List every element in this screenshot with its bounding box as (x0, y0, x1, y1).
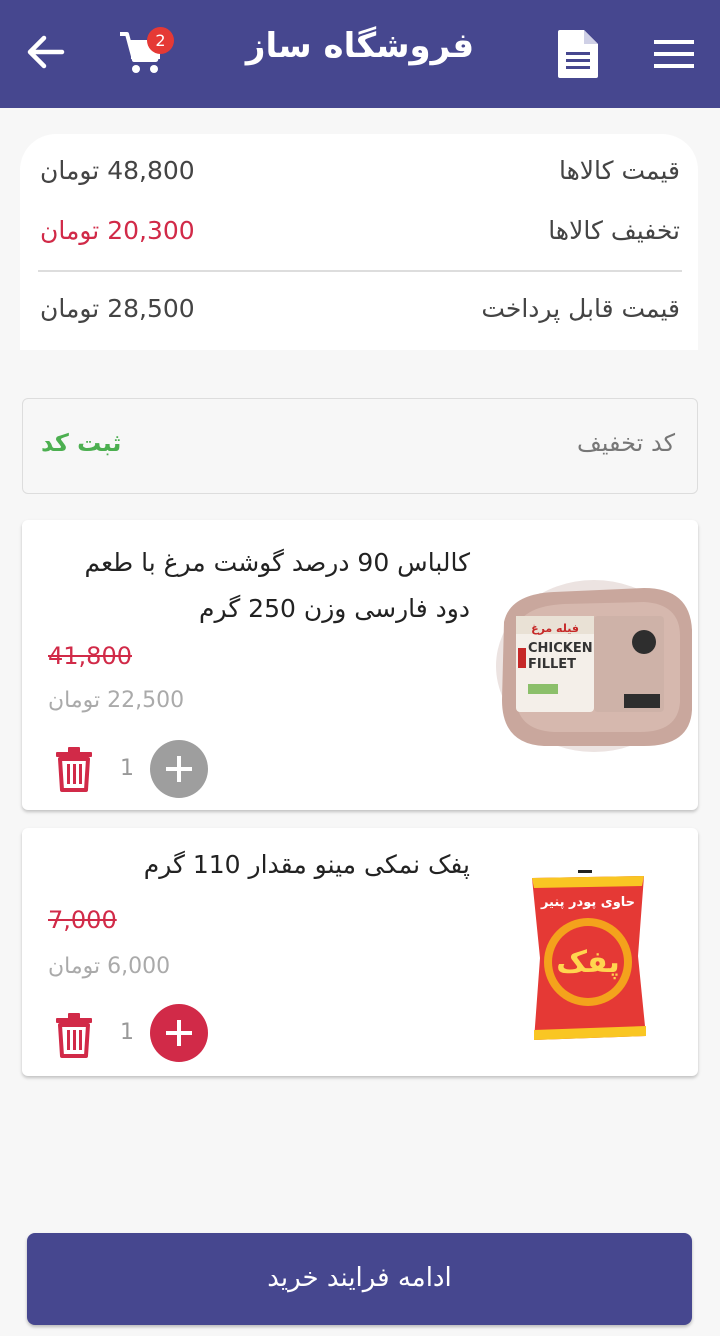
summary-divider (38, 270, 682, 272)
product-image: حاوی پودر پنیر پفک (532, 870, 646, 1040)
increase-quantity-button[interactable] (150, 1004, 208, 1062)
current-price: 22,500 تومان (48, 688, 185, 713)
trash-icon[interactable] (54, 1012, 94, 1058)
coupon-placeholder[interactable]: کد تخفیف (577, 429, 675, 457)
menu-icon[interactable] (654, 38, 694, 70)
current-price: 6,000 تومان (48, 954, 171, 979)
svg-text:فیله مرغ: فیله مرغ (531, 622, 579, 635)
discount-value: 20,300 تومان (40, 216, 195, 245)
price-summary: قیمت کالاها 48,800 تومان تخفیف کالاها 20… (20, 134, 698, 350)
payable-row: قیمت قابل پرداخت 28,500 تومان (40, 290, 680, 330)
payable-value: 28,500 تومان (40, 294, 195, 323)
svg-text:حاوی پودر پنیر: حاوی پودر پنیر (540, 895, 635, 910)
cart-item: پفک نمکی مینو مقدار 110 گرم 7,000 6,000 … (22, 828, 698, 1076)
checkout-button-label: ادامه فرایند خرید (267, 1263, 452, 1293)
product-name: کالباس 90 درصد گوشت مرغ با طعم دود فارسی… (84, 548, 470, 623)
coupon-field[interactable]: کد تخفیف ثبت کد (22, 398, 698, 494)
quantity-value: 1 (120, 756, 134, 781)
old-price: 7,000 (48, 906, 117, 934)
old-price: 41,800 (48, 642, 132, 670)
discount-row: تخفیف کالاها 20,300 تومان (40, 212, 680, 252)
trash-icon[interactable] (54, 746, 94, 792)
product-image: فیله مرغ CHICKEN FILLET (496, 580, 692, 752)
document-icon[interactable] (556, 28, 600, 80)
items-price-row: قیمت کالاها 48,800 تومان (40, 152, 680, 192)
cart-item: کالباس 90 درصد گوشت مرغ با طعم دود فارسی… (22, 520, 698, 810)
plus-icon (166, 1020, 192, 1046)
svg-text:پفک: پفک (556, 945, 620, 980)
svg-text:CHICKEN: CHICKEN (528, 641, 593, 656)
plus-icon (166, 756, 192, 782)
items-price-label: قیمت کالاها (558, 156, 680, 185)
quantity-value: 1 (120, 1020, 134, 1045)
apply-coupon-button[interactable]: ثبت کد (41, 429, 121, 457)
items-price-value: 48,800 تومان (40, 156, 195, 185)
page-title: فروشگاه ساز (245, 26, 475, 66)
discount-label: تخفیف کالاها (548, 216, 680, 245)
app-bar: 2 فروشگاه ساز (0, 0, 720, 108)
product-name: پفک نمکی مینو مقدار 110 گرم (143, 850, 470, 879)
svg-text:FILLET: FILLET (528, 657, 576, 672)
increase-quantity-button[interactable] (150, 740, 208, 798)
checkout-button[interactable]: ادامه فرایند خرید (27, 1233, 692, 1325)
payable-label: قیمت قابل پرداخت (481, 294, 680, 323)
